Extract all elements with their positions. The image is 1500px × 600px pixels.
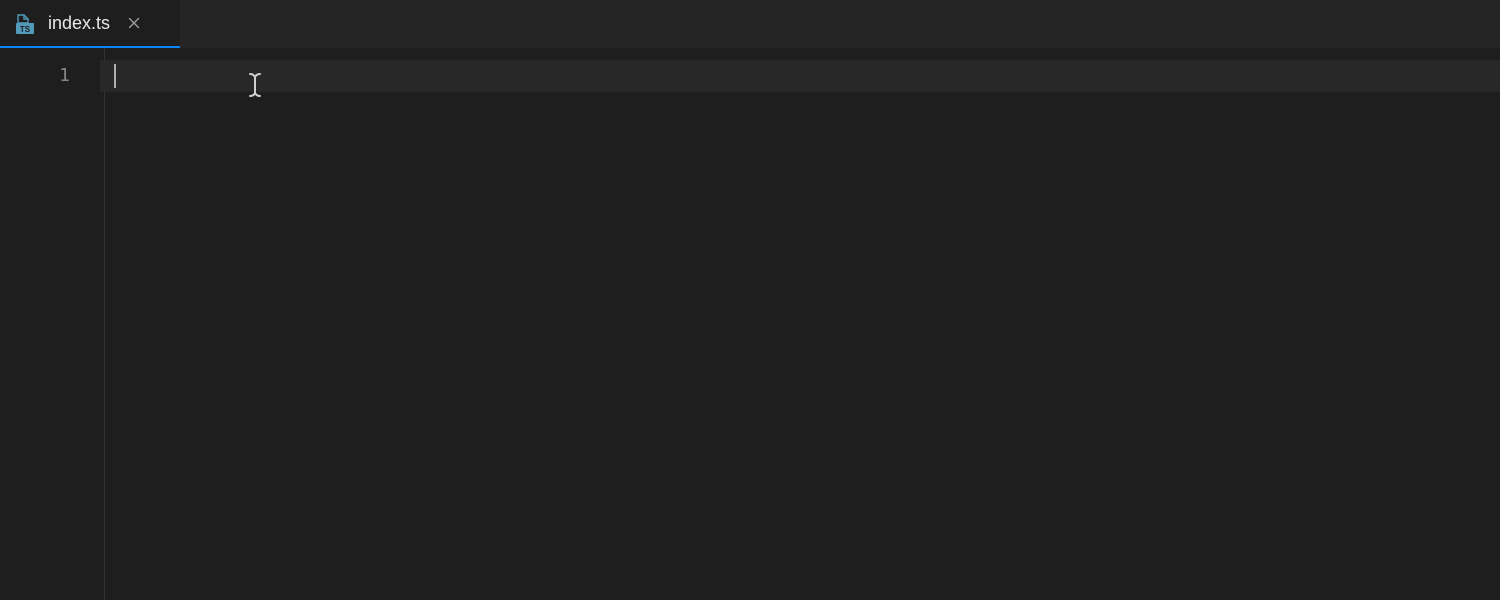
line-number: 1 [0,60,100,92]
line-number-gutter: 1 [0,48,100,600]
code-area[interactable] [100,48,1500,600]
close-icon[interactable] [124,13,144,33]
tab-label: index.ts [48,13,110,34]
editor-body: 1 [0,48,1500,600]
svg-text:TS: TS [20,25,31,34]
tab-index-ts[interactable]: TS index.ts [0,0,180,48]
text-caret [114,64,116,88]
typescript-file-icon: TS [14,11,38,35]
code-line[interactable] [100,60,1500,188]
tab-bar: TS index.ts [0,0,1500,48]
editor-root: TS index.ts 1 [0,0,1500,600]
